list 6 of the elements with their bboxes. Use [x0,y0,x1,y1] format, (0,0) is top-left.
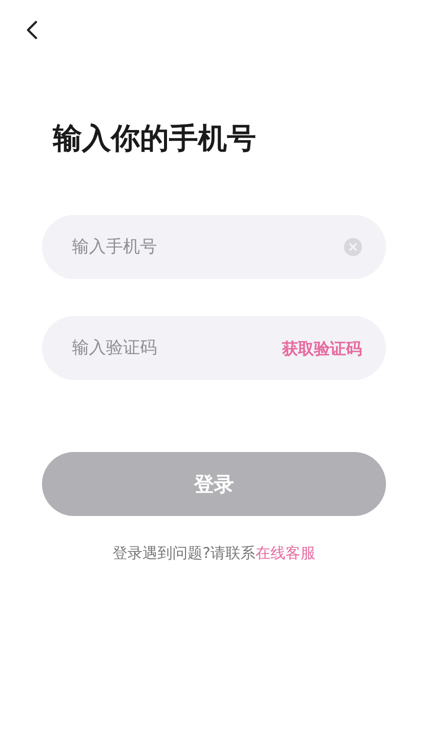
get-code-link[interactable]: 获取验证码 [282,337,362,361]
back-icon [26,20,38,40]
customer-service-link[interactable]: 在线客服 [255,544,316,562]
page-title: 输入你的手机号 [53,124,256,153]
phone-input-field[interactable]: 输入手机号 [42,215,386,279]
help-text: 登录遇到问题?请联系在线客服 [112,543,316,564]
